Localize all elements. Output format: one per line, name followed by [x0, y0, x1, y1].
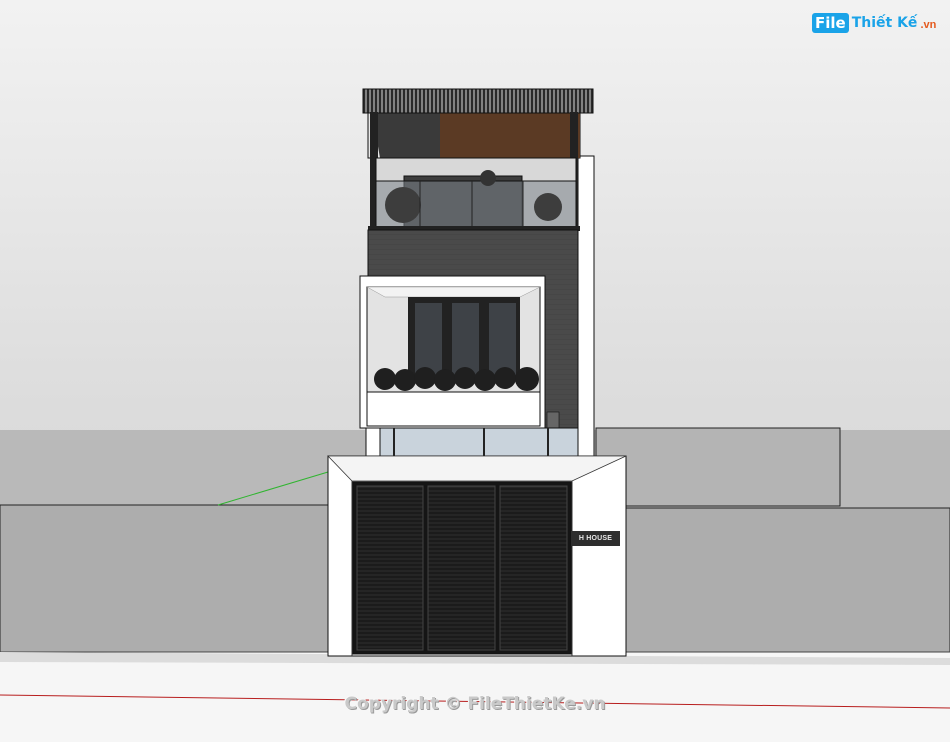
gate-panel-right — [499, 485, 568, 651]
logo-ext: .vn — [920, 19, 937, 31]
copyright-watermark: Copyright © FileThietKe.vn — [344, 694, 606, 714]
plant — [534, 193, 562, 221]
house-name-text: H HOUSE — [578, 535, 613, 542]
ground-floor-glazing — [365, 427, 579, 459]
gate-panel-left — [356, 485, 424, 651]
roof-level — [362, 88, 594, 231]
logo-text: Thiết Kế — [851, 15, 918, 31]
pergola-roof — [362, 88, 594, 114]
house-elevation-drawing — [0, 88, 950, 742]
left-fence — [0, 504, 331, 656]
logo-box: File — [812, 13, 849, 33]
plant — [385, 187, 421, 223]
planter-box — [366, 391, 541, 427]
model-viewport: H HOUSE File Thiết Kế .vn Copyright © Fi… — [0, 0, 950, 742]
right-neighbor-block — [595, 427, 841, 507]
balcony-frame — [359, 275, 560, 429]
side-pillar — [577, 155, 595, 457]
entrance-frame — [327, 455, 627, 657]
brand-logo: File Thiết Kế .vn — [812, 13, 936, 33]
right-fence — [625, 507, 950, 659]
plant — [480, 170, 496, 186]
gate-panel-center — [427, 485, 496, 651]
wood-ceiling — [440, 112, 580, 158]
house-name-plate: H HOUSE — [571, 531, 620, 546]
